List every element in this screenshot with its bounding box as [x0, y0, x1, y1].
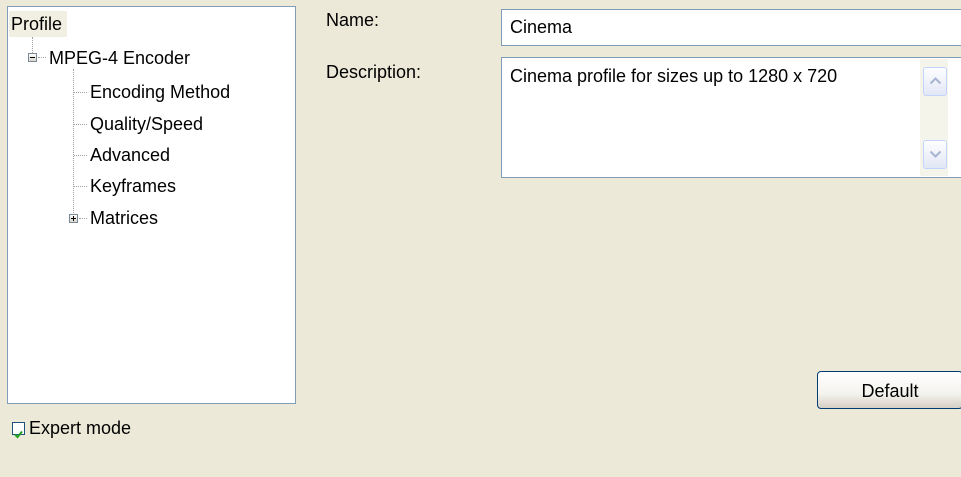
chevron-up-icon: [929, 77, 942, 85]
tree-connector: [74, 186, 87, 187]
description-text: Cinema profile for sizes up to 1280 x 72…: [510, 66, 838, 86]
tree-connector: [38, 57, 46, 58]
expand-matrices-icon[interactable]: [69, 214, 78, 223]
expert-mode-label: Expert mode: [29, 418, 132, 438]
expert-mode-checkbox[interactable]: [12, 422, 25, 439]
scroll-up-button[interactable]: [923, 67, 947, 96]
description-label: Description:: [326, 62, 422, 82]
tree-connector: [74, 92, 87, 93]
tree-connector: [32, 37, 33, 53]
tree-connector: [74, 124, 87, 125]
tree-node-quality-speed[interactable]: Quality/Speed: [90, 111, 203, 137]
profile-settings-window: { "tree": { "root_label": "Profile", "en…: [0, 0, 961, 477]
name-input[interactable]: Cinema: [501, 9, 961, 46]
profile-tree[interactable]: Profile MPEG-4 Encoder Encoding Method Q…: [7, 6, 296, 404]
tree-node-profile[interactable]: Profile: [9, 11, 68, 37]
description-textarea[interactable]: Cinema profile for sizes up to 1280 x 72…: [501, 57, 961, 178]
checkmark-icon: [14, 430, 23, 439]
tree-node-matrices[interactable]: Matrices: [90, 205, 158, 231]
chevron-down-icon: [929, 150, 942, 158]
tree-node-encoding-method[interactable]: Encoding Method: [90, 79, 230, 105]
tree-connector: [79, 218, 87, 219]
tree-connector: [74, 155, 87, 156]
tree-node-advanced[interactable]: Advanced: [90, 142, 170, 168]
description-scrollbar[interactable]: [920, 59, 948, 176]
tree-node-keyframes[interactable]: Keyframes: [90, 173, 176, 199]
scroll-down-button[interactable]: [923, 140, 947, 169]
name-label: Name:: [326, 10, 380, 30]
tree-node-mpeg4-encoder[interactable]: MPEG-4 Encoder: [49, 45, 190, 71]
default-button[interactable]: Default: [817, 371, 961, 409]
collapse-encoder-icon[interactable]: [28, 53, 37, 62]
